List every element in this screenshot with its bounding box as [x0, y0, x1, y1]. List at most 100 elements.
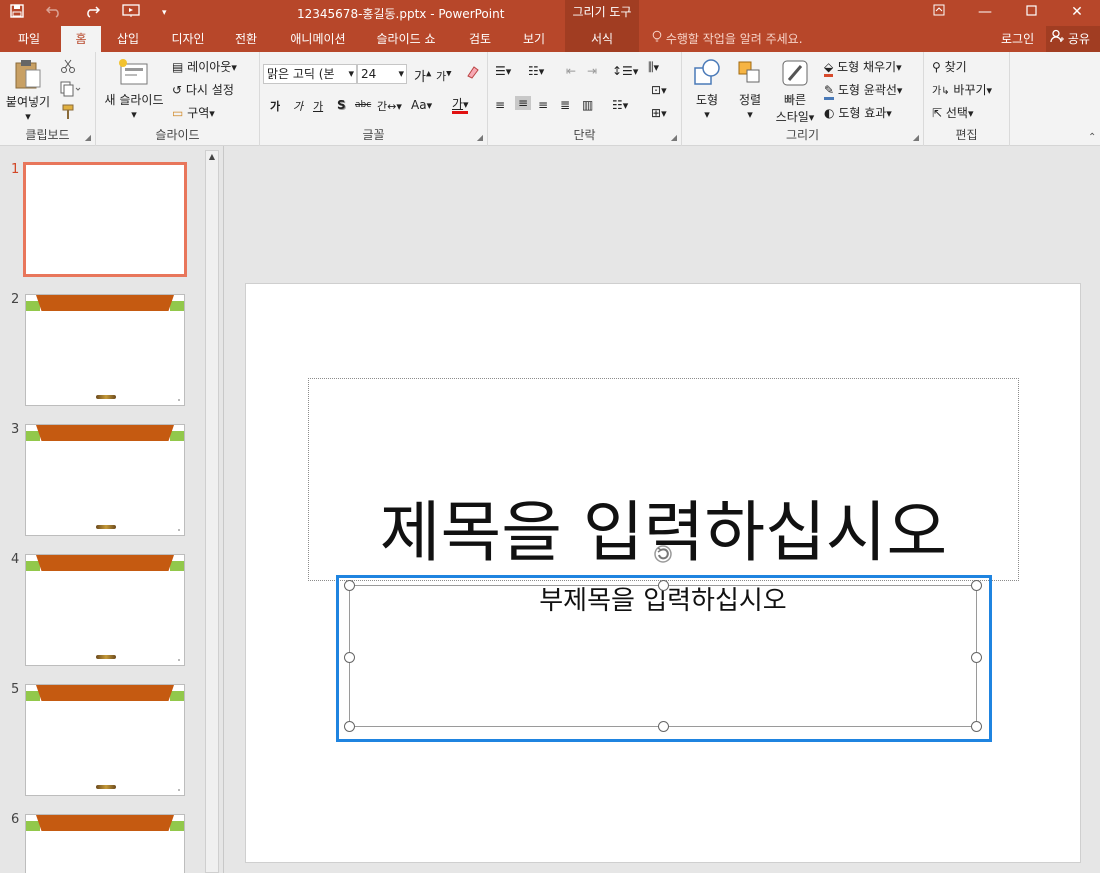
drawing-dialog-launcher-icon[interactable]: ◢	[913, 133, 919, 142]
section-button[interactable]: ▭ 구역▾	[172, 104, 215, 121]
tab-slideshow[interactable]: 슬라이드 쇼	[368, 26, 444, 52]
paste-dropdown-icon[interactable]: ▾	[4, 110, 52, 123]
resize-handle-bottom-left[interactable]	[344, 721, 355, 732]
find-button[interactable]: ⚲ 찾기	[932, 58, 967, 75]
collapse-ribbon-icon[interactable]: ⌃	[1088, 132, 1096, 143]
quick-styles-button[interactable]: 빠른 스타일▾	[772, 58, 818, 125]
replace-button[interactable]: 가↳ 바꾸기▾	[932, 81, 992, 98]
search-icon: ⚲	[932, 60, 941, 74]
tell-me-box[interactable]: 수행할 작업을 알려 주세요.	[652, 26, 803, 52]
tab-view[interactable]: 보기	[514, 26, 554, 52]
quick-styles-label-1: 빠른	[783, 93, 807, 107]
clipboard-group-label: 클립보드	[25, 128, 70, 142]
sign-in-link[interactable]: 로그인	[1001, 26, 1034, 52]
pen-icon: ✎	[824, 83, 835, 100]
scroll-up-icon[interactable]: ▲	[206, 151, 218, 163]
slide-thumbnail-5[interactable]	[25, 684, 185, 796]
undo-icon[interactable]	[45, 4, 62, 22]
resize-handle-bottom-right[interactable]	[971, 721, 982, 732]
present-from-start-icon[interactable]	[122, 4, 140, 22]
shape-outline-button[interactable]: ✎ 도형 윤곽선▾	[824, 81, 902, 100]
shrink-font-icon[interactable]: 가▼	[436, 68, 452, 84]
strikethrough-button[interactable]: abc	[355, 100, 371, 110]
resize-handle-top-left[interactable]	[344, 580, 355, 591]
tab-format[interactable]: 서식	[565, 26, 639, 52]
font-name-combo[interactable]: 맑은 고딕 (본 ▾	[263, 64, 357, 84]
change-case-button[interactable]: Aa▾	[411, 98, 432, 112]
arrange-button[interactable]: 정렬 ▾	[732, 58, 768, 121]
increase-indent-icon[interactable]: ⇥	[587, 64, 597, 78]
resize-handle-left[interactable]	[344, 652, 355, 663]
align-left-icon[interactable]: ≡	[495, 98, 505, 112]
shadow-button[interactable]: S	[337, 98, 346, 112]
tab-design[interactable]: 디자인	[162, 26, 214, 52]
smartart-icon[interactable]: ⊞▾	[651, 106, 667, 120]
editing-group: ⚲ 찾기 가↳ 바꾸기▾ ⇱ 선택▾ 편집	[924, 52, 1010, 146]
paste-button[interactable]: 붙여넣기 ▾	[4, 58, 52, 123]
drawing-tools-context-label: 그리기 도구	[565, 0, 639, 26]
tab-insert[interactable]: 삽입	[108, 26, 148, 52]
font-size-combo[interactable]: 24 ▾	[357, 64, 407, 84]
numbering-icon[interactable]: ☷▾	[528, 64, 544, 78]
editing-group-label: 편집	[955, 128, 978, 142]
new-slide-button[interactable]: 새 슬라이드 ▾	[100, 58, 168, 121]
align-center-icon[interactable]: ≡	[515, 96, 532, 110]
slide-thumbnail-3[interactable]	[25, 424, 185, 536]
resize-handle-bottom[interactable]	[658, 721, 669, 732]
slide-thumbnail-2[interactable]	[25, 294, 185, 406]
tab-transitions[interactable]: 전환	[226, 26, 266, 52]
character-spacing-button[interactable]: 간↔▾	[377, 98, 402, 114]
rotate-handle-icon[interactable]	[652, 543, 674, 565]
reset-button[interactable]: ↺ 다시 설정	[172, 81, 234, 98]
tab-animations[interactable]: 애니메이션	[280, 26, 356, 52]
slide-thumbnail-6[interactable]	[25, 814, 185, 873]
tab-review[interactable]: 검토	[460, 26, 500, 52]
copy-icon[interactable]	[60, 81, 82, 100]
ribbon-display-options-icon[interactable]	[916, 0, 962, 26]
tab-file[interactable]: 파일	[10, 26, 48, 52]
cut-icon[interactable]	[60, 58, 76, 77]
bullets-icon[interactable]: ☰▾	[495, 64, 511, 78]
distributed-icon[interactable]: ▥	[582, 98, 593, 112]
select-button[interactable]: ⇱ 선택▾	[932, 104, 974, 121]
shape-effects-button[interactable]: ◐ 도형 효과▾	[824, 104, 892, 121]
clear-formatting-icon[interactable]	[464, 64, 480, 83]
paste-icon	[15, 60, 41, 89]
slide-thumbnail-1[interactable]	[23, 162, 187, 277]
grow-font-icon[interactable]: 가▲	[414, 66, 431, 85]
shape-fill-label: 도형 채우기	[837, 60, 897, 74]
save-icon[interactable]	[10, 4, 24, 22]
line-spacing-icon[interactable]: ↕☰▾	[612, 64, 638, 78]
italic-button[interactable]: 가	[293, 98, 303, 114]
resize-handle-top-right[interactable]	[971, 580, 982, 591]
layout-button[interactable]: ▤ 레이아웃▾	[172, 58, 237, 75]
resize-handle-top[interactable]	[658, 580, 669, 591]
shapes-button[interactable]: 도형 ▾	[688, 58, 726, 121]
align-right-icon[interactable]: ≡	[538, 98, 548, 112]
minimize-icon[interactable]: —	[962, 0, 1008, 26]
person-icon	[1050, 29, 1068, 46]
maximize-icon[interactable]	[1008, 0, 1054, 26]
share-button[interactable]: 공유	[1046, 26, 1100, 52]
tab-home[interactable]: 홈	[61, 26, 101, 52]
new-slide-dropdown-icon[interactable]: ▾	[100, 108, 168, 121]
redo-icon[interactable]	[84, 4, 101, 22]
decrease-indent-icon[interactable]: ⇤	[566, 64, 576, 78]
underline-button[interactable]: 가	[313, 98, 323, 114]
bold-button[interactable]: 가	[270, 98, 280, 114]
shape-fill-button[interactable]: ⬙ 도형 채우기▾	[824, 58, 902, 77]
slide-thumbnail-4[interactable]	[25, 554, 185, 666]
text-direction-icon[interactable]: ⫼▾	[648, 60, 659, 75]
justify-icon[interactable]: ≣	[560, 98, 570, 112]
thumbnail-scrollbar[interactable]: ▲	[205, 150, 219, 873]
customize-qat-icon[interactable]: ▾	[162, 8, 167, 18]
dialog-launcher-icon[interactable]: ◢	[85, 133, 91, 142]
align-text-icon[interactable]: ⊡▾	[651, 83, 667, 97]
paragraph-dialog-launcher-icon[interactable]: ◢	[671, 133, 677, 142]
columns-icon[interactable]: ☷▾	[612, 98, 628, 112]
format-painter-icon[interactable]	[60, 104, 76, 123]
resize-handle-right[interactable]	[971, 652, 982, 663]
close-icon[interactable]: ✕	[1054, 0, 1100, 26]
font-dialog-launcher-icon[interactable]: ◢	[477, 133, 483, 142]
font-color-button[interactable]: 가▾	[452, 95, 469, 114]
